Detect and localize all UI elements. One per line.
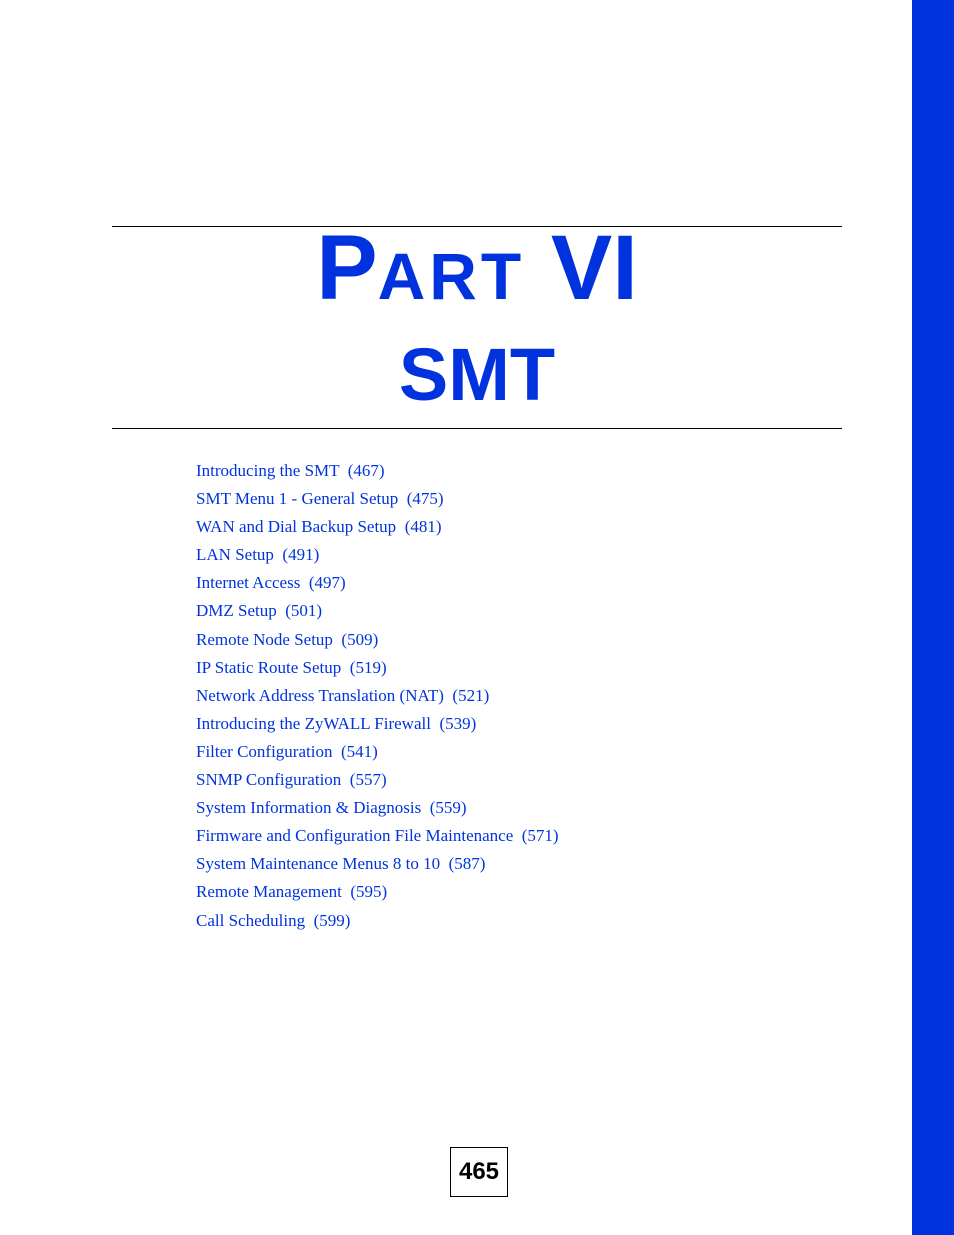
toc-page: (521) (452, 685, 490, 705)
side-color-bar (912, 0, 954, 1235)
toc-page: (497) (308, 573, 346, 593)
toc-page: (519) (349, 657, 387, 677)
toc-page: (587) (448, 854, 486, 874)
toc-page: (539) (439, 713, 477, 733)
toc-page: (481) (404, 517, 442, 537)
part-subtitle: SMT (398, 333, 556, 416)
toc-entry[interactable]: DMZ Setup (501) (196, 600, 559, 628)
toc-entry[interactable]: WAN and Dial Backup Setup (481) (196, 516, 559, 544)
toc-title: Remote Node Setup (196, 629, 333, 649)
toc-page: (467) (347, 461, 385, 480)
toc-title: DMZ Setup (196, 601, 277, 621)
part-title: PART VI (0, 222, 954, 314)
toc-page: (491) (282, 545, 320, 565)
toc-entry[interactable]: Remote Node Setup (509) (196, 629, 559, 657)
toc-page: (557) (349, 770, 387, 790)
toc-entry[interactable]: Network Address Translation (NAT) (521) (196, 685, 559, 713)
toc-entry[interactable]: Introducing the ZyWALL Firewall (539) (196, 713, 559, 741)
toc-page: (559) (429, 798, 467, 818)
toc-title: WAN and Dial Backup Setup (196, 517, 397, 537)
toc-title: Introducing the SMT (196, 461, 340, 480)
toc-entry[interactable]: Call Scheduling (599) (196, 910, 559, 938)
table-of-contents: Introducing the SMT (467) SMT Menu 1 - G… (196, 460, 559, 938)
toc-page: (475) (406, 489, 444, 509)
toc-page: (541) (340, 741, 378, 761)
toc-title: Introducing the ZyWALL Firewall (196, 713, 431, 733)
part-number: VI (550, 217, 638, 319)
toc-page: (595) (350, 882, 388, 902)
toc-entry[interactable]: IP Static Route Setup (519) (196, 657, 559, 685)
toc-title: SNMP Configuration (196, 770, 342, 790)
toc-entry[interactable]: Firmware and Configuration File Maintena… (196, 825, 559, 853)
toc-title: IP Static Route Setup (196, 657, 342, 677)
toc-title: LAN Setup (196, 545, 274, 565)
toc-page: (571) (521, 826, 559, 846)
toc-entry[interactable]: Remote Management (595) (196, 881, 559, 909)
toc-entry[interactable]: LAN Setup (491) (196, 544, 559, 572)
toc-entry[interactable]: System Information & Diagnosis (559) (196, 797, 559, 825)
toc-title: Internet Access (196, 573, 301, 593)
toc-page: (509) (341, 629, 379, 649)
toc-page: (501) (285, 601, 323, 621)
toc-title: Remote Management (196, 882, 342, 902)
toc-entry[interactable]: Introducing the SMT (467) (196, 460, 559, 488)
toc-title: Filter Configuration (196, 741, 333, 761)
toc-title: Firmware and Configuration File Maintena… (196, 826, 514, 846)
toc-entry[interactable]: SMT Menu 1 - General Setup (475) (196, 488, 559, 516)
toc-title: System Maintenance Menus 8 to 10 (196, 854, 441, 874)
toc-title: System Information & Diagnosis (196, 798, 422, 818)
toc-entry[interactable]: Internet Access (497) (196, 572, 559, 600)
toc-entry[interactable]: Filter Configuration (541) (196, 741, 559, 769)
part-first-letter: P (316, 217, 378, 319)
bottom-divider (112, 428, 842, 429)
part-rest: ART (377, 239, 526, 313)
toc-entry[interactable]: SNMP Configuration (557) (196, 769, 559, 797)
toc-title: SMT Menu 1 - General Setup (196, 489, 399, 509)
toc-entry[interactable]: System Maintenance Menus 8 to 10 (587) (196, 853, 559, 881)
toc-title: Network Address Translation (NAT) (196, 685, 444, 705)
toc-page: (599) (313, 910, 351, 930)
page-number: 465 (450, 1147, 508, 1197)
toc-title: Call Scheduling (196, 910, 306, 930)
